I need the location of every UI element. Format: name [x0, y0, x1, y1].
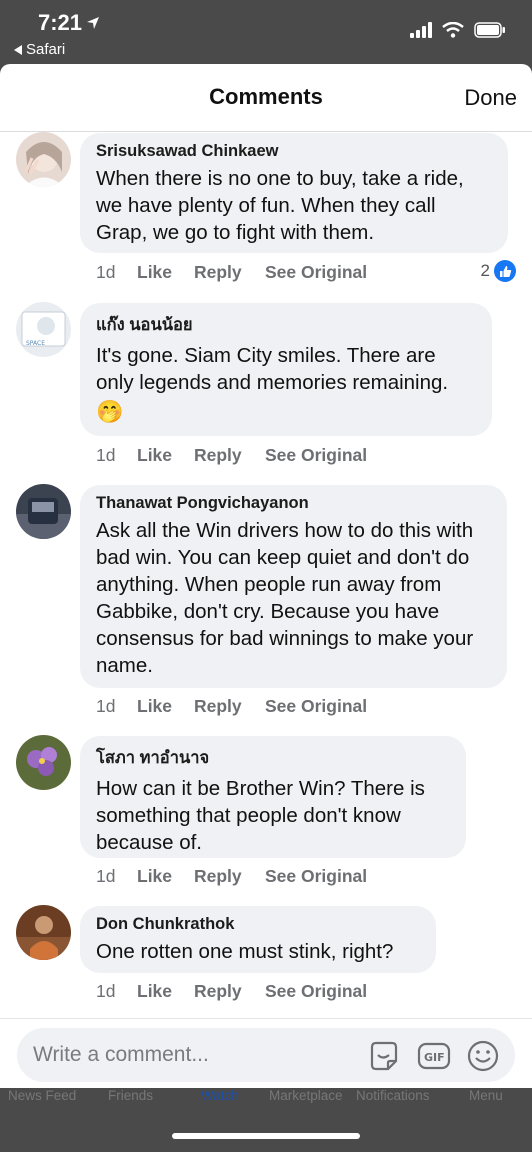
comment-time: 1d	[96, 981, 116, 1001]
comment-bubble[interactable]: Thanawat Pongvichayanon Ask all the Win …	[80, 485, 507, 688]
location-arrow-icon	[87, 17, 100, 29]
tab-watch[interactable]: Watch	[201, 1088, 239, 1103]
avatar[interactable]	[16, 735, 71, 790]
reply-button[interactable]: Reply	[194, 866, 265, 887]
see-original-button[interactable]: See Original	[265, 981, 367, 1002]
comment-author[interactable]: Srisuksawad Chinkaew	[96, 142, 492, 161]
comment-text: One rotten one must stink, right?	[96, 940, 394, 963]
status-time-group: 7:21	[38, 10, 100, 36]
avatar-image	[16, 735, 71, 790]
comment-actions: 1d Like Reply See Original	[96, 696, 367, 717]
comment-text: How can it be Brother Win? There is some…	[96, 777, 425, 854]
like-button[interactable]: Like	[137, 696, 194, 717]
svg-text:SPACE: SPACE	[26, 340, 45, 347]
comment-author[interactable]: แก๊ง นอนน้อย	[96, 312, 476, 338]
tab-menu[interactable]: Menu	[469, 1088, 503, 1103]
status-icons	[410, 22, 506, 38]
avatar-image	[16, 484, 71, 539]
comment-time: 1d	[96, 262, 116, 282]
battery-icon	[474, 22, 505, 38]
tab-notifications[interactable]: Notifications	[356, 1088, 430, 1103]
comment-bubble[interactable]: แก๊ง นอนน้อย It's gone. Siam City smiles…	[80, 303, 492, 436]
emoji-icon[interactable]	[466, 1039, 500, 1073]
comment-actions: 1d Like Reply See Original	[96, 262, 367, 283]
comment-time: 1d	[96, 445, 116, 465]
cellular-signal-icon	[410, 22, 432, 38]
comment-bubble[interactable]: Don Chunkrathok One rotten one must stin…	[80, 906, 436, 973]
comment-time: 1d	[96, 866, 116, 886]
comment-bubble[interactable]: Srisuksawad Chinkaew When there is no on…	[80, 133, 508, 253]
comment-actions: 1d Like Reply See Original	[96, 866, 367, 887]
comment-text: It's gone. Siam City smiles. There are o…	[96, 344, 449, 394]
status-bar: 7:21 Safari	[0, 0, 532, 64]
tab-news-feed[interactable]: News Feed	[8, 1088, 76, 1103]
sheet-header: Comments Done	[0, 64, 532, 132]
see-original-button[interactable]: See Original	[265, 262, 367, 283]
status-time: 7:21	[38, 10, 83, 35]
tab-marketplace[interactable]: Marketplace	[269, 1088, 343, 1103]
comment-bubble[interactable]: โสภา ทาอำนาจ How can it be Brother Win? …	[80, 736, 466, 858]
reaction-count[interactable]: 2	[481, 260, 516, 282]
comment-composer-bar: GIF	[0, 1018, 532, 1088]
wifi-icon	[442, 22, 464, 38]
avatar-image: SPACE	[16, 302, 71, 357]
comments-sheet: Comments Done Srisuksawad Chinkaew When …	[0, 64, 532, 1088]
back-to-safari-button[interactable]: Safari	[14, 41, 65, 58]
comment-author[interactable]: Thanawat Pongvichayanon	[96, 494, 491, 513]
avatar[interactable]	[16, 484, 71, 539]
reply-button[interactable]: Reply	[194, 445, 265, 466]
comment-text: When there is no one to buy, take a ride…	[96, 167, 464, 244]
thumbs-up-icon	[494, 260, 516, 282]
avatar[interactable]	[16, 905, 71, 960]
avatar-image	[16, 132, 71, 187]
gif-icon[interactable]: GIF	[417, 1039, 451, 1073]
avatar[interactable]: SPACE	[16, 302, 71, 357]
svg-text:GIF: GIF	[424, 1051, 445, 1064]
reply-button[interactable]: Reply	[194, 262, 265, 283]
sheet-title: Comments	[209, 84, 323, 109]
avatar-image	[16, 905, 71, 960]
back-arrow-icon	[14, 44, 22, 55]
comment-actions: 1d Like Reply See Original	[96, 445, 367, 466]
comment-input[interactable]	[33, 1028, 353, 1082]
see-original-button[interactable]: See Original	[265, 866, 367, 887]
like-button[interactable]: Like	[137, 445, 194, 466]
reply-button[interactable]: Reply	[194, 981, 265, 1002]
like-button[interactable]: Like	[137, 981, 194, 1002]
comment-author[interactable]: Don Chunkrathok	[96, 915, 420, 934]
tab-friends[interactable]: Friends	[108, 1088, 153, 1103]
reaction-count-number: 2	[480, 261, 490, 280]
reply-button[interactable]: Reply	[194, 696, 265, 717]
back-app-label: Safari	[26, 41, 66, 58]
comment-time: 1d	[96, 696, 116, 716]
see-original-button[interactable]: See Original	[265, 445, 367, 466]
comment-author[interactable]: โสภา ทาอำนาจ	[96, 745, 450, 771]
comment-emoji: 🤭	[96, 399, 124, 424]
comment-actions: 1d Like Reply See Original	[96, 981, 367, 1002]
done-button[interactable]: Done	[464, 85, 517, 111]
like-button[interactable]: Like	[137, 262, 194, 283]
see-original-button[interactable]: See Original	[265, 696, 367, 717]
comment-text: Ask all the Win drivers how to do this w…	[96, 519, 474, 677]
avatar[interactable]	[16, 132, 71, 187]
sticker-icon[interactable]	[367, 1039, 401, 1073]
home-indicator	[172, 1133, 360, 1139]
comment-composer: GIF	[17, 1028, 515, 1082]
like-button[interactable]: Like	[137, 866, 194, 887]
